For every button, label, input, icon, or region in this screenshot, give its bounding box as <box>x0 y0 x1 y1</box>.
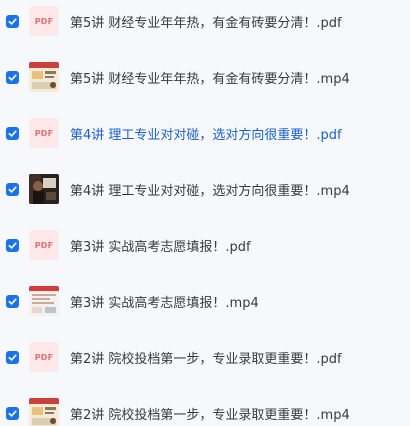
checkbox[interactable] <box>6 126 19 140</box>
video-thumbnail-icon <box>29 174 59 204</box>
file-row[interactable]: PDF 第3讲 实战高考志愿填报！.pdf <box>0 225 410 265</box>
file-name[interactable]: 第2讲 院校投档第一步，专业录取更重要！.mp4 <box>70 404 350 423</box>
pdf-badge-label: PDF <box>34 240 54 250</box>
checkbox[interactable] <box>6 350 19 364</box>
file-row[interactable]: PDF 第5讲 财经专业年年热，有金有砖要分清！.pdf <box>0 1 410 41</box>
file-name[interactable]: 第2讲 院校投档第一步，专业录取更重要！.pdf <box>70 348 342 367</box>
checkbox[interactable] <box>6 14 19 28</box>
file-row[interactable]: 第3讲 实战高考志愿填报！.mp4 <box>0 281 410 321</box>
pdf-badge-label: PDF <box>34 128 54 138</box>
file-name[interactable]: 第4讲 理工专业对对碰，选对方向很重要！.mp4 <box>70 180 350 199</box>
pdf-badge-label: PDF <box>34 352 54 362</box>
checkbox[interactable] <box>6 294 19 308</box>
video-thumbnail-icon <box>29 398 59 426</box>
file-name[interactable]: 第5讲 财经专业年年热，有金有砖要分清！.mp4 <box>70 68 350 87</box>
file-name[interactable]: 第3讲 实战高考志愿填报！.mp4 <box>70 292 259 311</box>
file-name[interactable]: 第5讲 财经专业年年热，有金有砖要分清！.pdf <box>70 12 342 31</box>
pdf-file-icon: PDF <box>29 342 59 372</box>
checkbox[interactable] <box>6 238 19 252</box>
checkbox[interactable] <box>6 182 19 196</box>
checkbox[interactable] <box>6 70 19 84</box>
pdf-file-icon: PDF <box>29 230 59 260</box>
video-thumbnail-icon <box>29 62 59 92</box>
pdf-file-icon: PDF <box>29 6 59 36</box>
pdf-badge-label: PDF <box>34 16 54 26</box>
file-row[interactable]: 第5讲 财经专业年年热，有金有砖要分清！.mp4 <box>0 57 410 97</box>
video-thumbnail-icon <box>29 286 59 316</box>
file-name[interactable]: 第3讲 实战高考志愿填报！.pdf <box>70 236 251 255</box>
file-list: PDF 第5讲 财经专业年年热，有金有砖要分清！.pdf 第5讲 财经专业年年热… <box>0 0 410 426</box>
file-row[interactable]: 第2讲 院校投档第一步，专业录取更重要！.mp4 <box>0 393 410 426</box>
file-row[interactable]: PDF 第2讲 院校投档第一步，专业录取更重要！.pdf <box>0 337 410 377</box>
pdf-file-icon: PDF <box>29 118 59 148</box>
checkbox[interactable] <box>6 406 19 420</box>
file-name[interactable]: 第4讲 理工专业对对碰，选对方向很重要！.pdf <box>70 124 342 143</box>
file-row[interactable]: PDF 第4讲 理工专业对对碰，选对方向很重要！.pdf <box>0 113 410 153</box>
file-row[interactable]: 第4讲 理工专业对对碰，选对方向很重要！.mp4 <box>0 169 410 209</box>
